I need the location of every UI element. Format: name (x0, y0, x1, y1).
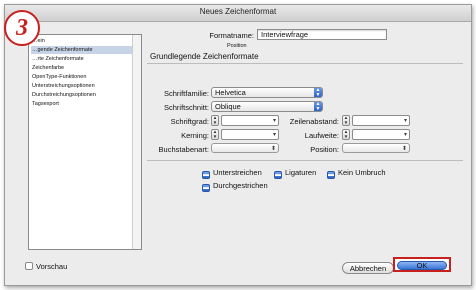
tracking-field[interactable]: ▾ (352, 129, 410, 140)
sidebar-item-underline-options[interactable]: Unterstreichungsoptionen (31, 82, 95, 90)
step-number-badge: 3 (4, 10, 40, 46)
font-style-select[interactable]: Oblique ▲ ▼ (211, 101, 323, 112)
sidebar-item-advanced-character-formats[interactable]: …rte Zeichenformate (31, 55, 84, 63)
ok-button[interactable]: OK (397, 260, 447, 270)
sidebar-item-tags-export[interactable]: Tagsexport (31, 100, 59, 108)
format-name-label: Formatname: (209, 31, 254, 40)
underline-checkbox[interactable]: ▬ Unterstreichen (202, 168, 262, 179)
checkbox-checked-icon: ▬ (202, 184, 210, 192)
ligatures-label: Ligaturen (285, 168, 317, 177)
font-family-value: Helvetica (215, 88, 246, 97)
dialog-window: Neues Zeichenformat …ein …gende Zeichenf… (4, 4, 472, 286)
font-size-field[interactable]: ▾ (221, 115, 279, 126)
font-family-select[interactable]: Helvetica ▲ ▼ (211, 87, 323, 98)
cancel-button[interactable]: Abbrechen (342, 262, 394, 274)
sidebar-item-strikethrough-options[interactable]: Durchstreichungsoptionen (31, 91, 96, 99)
title-bar[interactable]: Neues Zeichenformat (5, 5, 471, 22)
preview-checkbox[interactable]: Vorschau (25, 262, 67, 271)
tracking-combo[interactable]: ▲ ▼ ▾ (342, 129, 410, 140)
leading-combo[interactable]: ▲ ▼ ▾ (342, 115, 410, 126)
leading-field[interactable]: ▾ (352, 115, 410, 126)
checkbox-checked-icon: ▬ (202, 171, 210, 179)
chevron-down-icon: ▾ (403, 132, 407, 138)
section-divider (147, 63, 463, 64)
checkbox-unchecked-icon (25, 262, 33, 270)
ok-highlight-frame: OK (393, 257, 451, 272)
kerning-label: Kerning: (181, 131, 209, 140)
no-break-label: Kein Umbruch (338, 168, 386, 177)
underline-label: Unterstreichen (213, 168, 262, 177)
checkbox-checked-icon: ▬ (327, 171, 335, 179)
chevron-down-icon: ▾ (403, 118, 407, 124)
font-family-label: Schriftfamilie: (163, 89, 209, 98)
leading-label: Zeilenabstand: (289, 117, 339, 126)
tracking-label: Laufweite: (304, 131, 339, 140)
font-size-combo[interactable]: ▲ ▼ ▾ (211, 115, 279, 126)
chevron-updown-icon: ▲ ▼ (314, 87, 322, 98)
position-select[interactable]: ⬍ (342, 143, 410, 153)
no-break-checkbox[interactable]: ▬ Kein Umbruch (327, 168, 386, 179)
ligatures-checkbox[interactable]: ▬ Ligaturen (274, 168, 316, 179)
stepper-icon[interactable]: ▲ ▼ (211, 115, 219, 126)
sidebar-scrollbar[interactable] (132, 35, 141, 249)
chevron-updown-icon: ▲ ▼ (314, 101, 322, 112)
sidebar-item-character-color[interactable]: Zeichenfarbe (31, 64, 64, 72)
step-number: 3 (16, 15, 28, 41)
chevron-down-icon: ▾ (272, 118, 276, 124)
font-style-value: Oblique (215, 102, 241, 111)
case-select[interactable]: ⬍ (211, 143, 279, 153)
position-caption: Position (227, 43, 247, 49)
chevron-updown-icon: ⬍ (401, 146, 407, 152)
format-name-input[interactable]: Interviewfrage (257, 29, 387, 40)
position-label: Position: (310, 145, 339, 154)
chevron-updown-icon: ⬍ (270, 146, 276, 152)
preview-label: Vorschau (36, 262, 68, 271)
checkbox-checked-icon: ▬ (274, 171, 282, 179)
options-divider (147, 160, 463, 161)
strikethrough-label: Durchgestrichen (213, 181, 268, 190)
stepper-icon[interactable]: ▲ ▼ (342, 129, 350, 140)
category-list[interactable]: …ein …gende Zeichenformate …rte Zeichenf… (28, 34, 142, 250)
font-style-label: Schriftschnitt: (163, 103, 209, 112)
sidebar-item-opentype[interactable]: OpenType-Funktionen (31, 73, 86, 81)
kerning-combo[interactable]: ▲ ▼ ▾ (211, 129, 279, 140)
chevron-down-icon: ▾ (272, 132, 276, 138)
stepper-icon[interactable]: ▲ ▼ (211, 129, 219, 140)
sidebar-item-basic-character-formats[interactable]: …gende Zeichenformate (31, 46, 132, 54)
case-label: Buchstabenart: (158, 145, 209, 154)
window-title: Neues Zeichenformat (199, 7, 277, 16)
section-title: Grundlegende Zeichenformate (150, 52, 259, 61)
kerning-field[interactable]: ▾ (221, 129, 279, 140)
stepper-icon[interactable]: ▲ ▼ (342, 115, 350, 126)
strikethrough-checkbox[interactable]: ▬ Durchgestrichen (202, 181, 268, 192)
font-size-label: Schriftgrad: (170, 117, 209, 126)
